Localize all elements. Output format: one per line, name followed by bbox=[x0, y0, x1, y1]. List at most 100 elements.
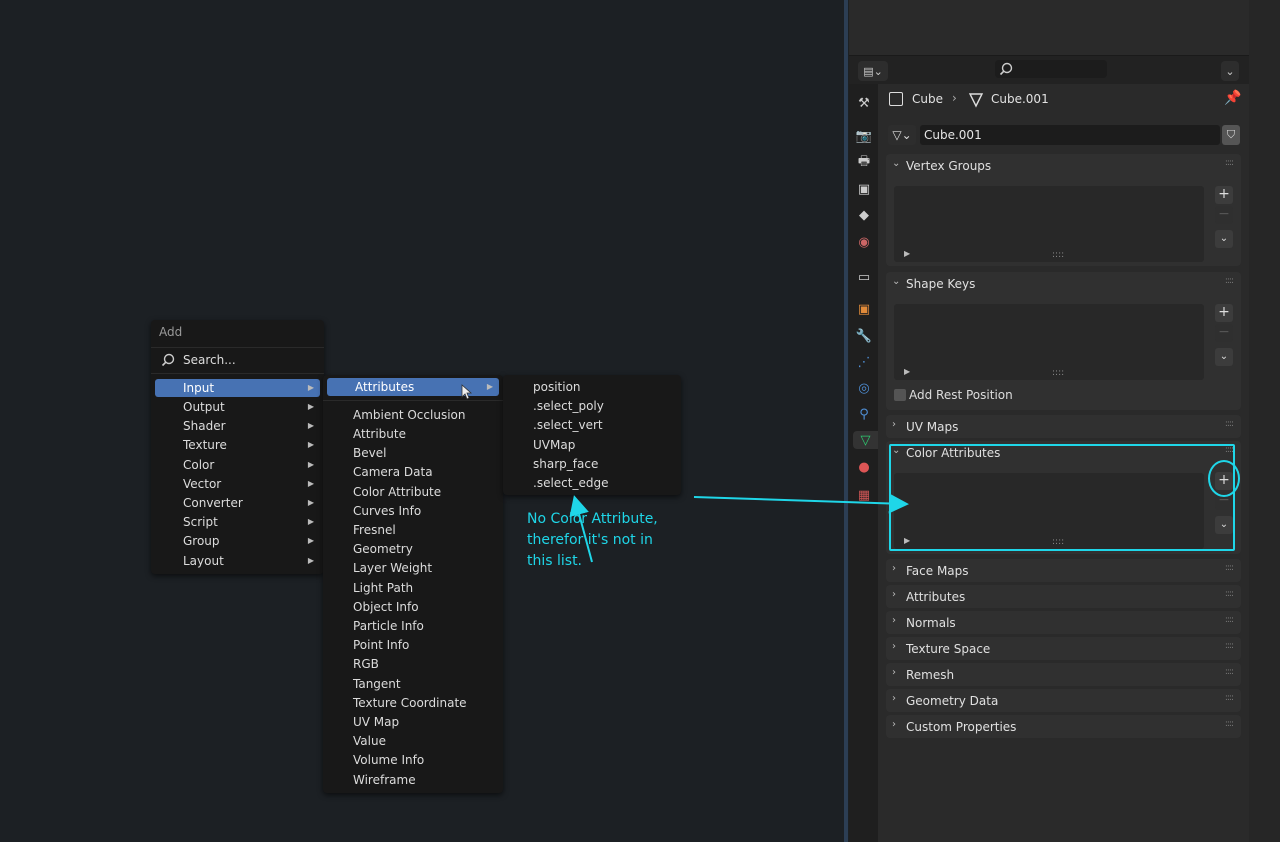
grip-icon[interactable]: :::: bbox=[1225, 641, 1234, 651]
geometry-data-panel[interactable]: › Geometry Data :::: bbox=[886, 689, 1241, 712]
grip-icon[interactable]: :::: bbox=[1225, 276, 1234, 286]
menu-item-ambient-occlusion[interactable]: Ambient Occlusion bbox=[327, 406, 499, 424]
texture-space-panel[interactable]: › Texture Space :::: bbox=[886, 637, 1241, 660]
expand-triangle-icon[interactable]: ▶ bbox=[904, 249, 910, 258]
menu-item-color[interactable]: Color ▶ bbox=[155, 456, 320, 474]
menu-item-uvmap[interactable]: UVMap bbox=[511, 436, 677, 454]
menu-item-script[interactable]: Script ▶ bbox=[155, 513, 320, 531]
mesh-data-tab-icon[interactable]: ▽ bbox=[853, 431, 878, 449]
menu-item-shader[interactable]: Shader ▶ bbox=[155, 417, 320, 435]
physics-tab-icon[interactable]: ◎ bbox=[855, 379, 873, 397]
grip-icon[interactable]: :::: bbox=[1225, 419, 1234, 429]
mesh-browse-button[interactable]: ▽⌄ bbox=[888, 125, 916, 145]
menu-item-geometry[interactable]: Geometry bbox=[327, 540, 499, 558]
particles-tab-icon[interactable]: ⋰ bbox=[855, 353, 873, 371]
menu-item-light-path[interactable]: Light Path bbox=[327, 579, 499, 597]
remove-vertex-group-button[interactable]: − bbox=[1215, 206, 1233, 224]
panel-title[interactable]: Vertex Groups bbox=[906, 159, 991, 173]
pin-icon[interactable]: 📌 bbox=[1224, 90, 1241, 106]
material-tab-icon[interactable]: ● bbox=[855, 458, 873, 476]
menu-item-rgb[interactable]: RGB bbox=[327, 655, 499, 673]
uv-maps-panel[interactable]: › UV Maps :::: bbox=[886, 415, 1241, 438]
menu-item-curves-info[interactable]: Curves Info bbox=[327, 502, 499, 520]
properties-search-input[interactable] bbox=[995, 60, 1107, 78]
vertex-groups-list[interactable]: ▶ :::: bbox=[894, 186, 1204, 262]
menu-item-color-attribute[interactable]: Color Attribute bbox=[327, 483, 499, 501]
menu-item-attribute[interactable]: Attribute bbox=[327, 425, 499, 443]
menu-item-position[interactable]: position bbox=[511, 378, 677, 396]
editor-type-button[interactable]: ▤⌄ bbox=[858, 61, 888, 81]
add-vertex-group-button[interactable]: + bbox=[1215, 186, 1233, 204]
menu-item-camera-data[interactable]: Camera Data bbox=[327, 463, 499, 481]
shape-key-specials-button[interactable]: ⌄ bbox=[1215, 348, 1233, 366]
attributes-panel[interactable]: › Attributes :::: bbox=[886, 585, 1241, 608]
shield-icon[interactable]: ⛉ bbox=[1222, 125, 1240, 145]
menu-item-layout[interactable]: Layout ▶ bbox=[155, 552, 320, 570]
menu-item-wireframe[interactable]: Wireframe bbox=[327, 771, 499, 789]
menu-item-bevel[interactable]: Bevel bbox=[327, 444, 499, 462]
remesh-panel[interactable]: › Remesh :::: bbox=[886, 663, 1241, 686]
resize-grip-icon[interactable]: :::: bbox=[1052, 250, 1064, 260]
grip-icon[interactable]: :::: bbox=[1225, 158, 1234, 168]
collection-tab-icon[interactable]: ▭ bbox=[855, 268, 873, 286]
vertex-group-specials-button[interactable]: ⌄ bbox=[1215, 230, 1233, 248]
add-rest-position-checkbox[interactable] bbox=[894, 389, 906, 401]
menu-item-layer-weight[interactable]: Layer Weight bbox=[327, 559, 499, 577]
constraints-tab-icon[interactable]: ⚲ bbox=[855, 405, 873, 423]
add-shape-key-button[interactable]: + bbox=[1215, 304, 1233, 322]
panel-title[interactable]: Shape Keys bbox=[906, 277, 975, 291]
grip-icon[interactable]: :::: bbox=[1225, 615, 1234, 625]
mesh-name-field[interactable]: Cube.001 bbox=[920, 125, 1220, 145]
menu-item-select-poly[interactable]: .select_poly bbox=[511, 397, 677, 415]
menu-search-input[interactable]: Search... bbox=[155, 350, 320, 370]
menu-item-point-info[interactable]: Point Info bbox=[327, 636, 499, 654]
menu-item-select-vert[interactable]: .select_vert bbox=[511, 416, 677, 434]
menu-item-input[interactable]: Input ▶ bbox=[155, 379, 320, 397]
submenu-arrow-icon: ▶ bbox=[486, 382, 493, 391]
shape-keys-list[interactable]: ▶ :::: bbox=[894, 304, 1204, 380]
menu-item-converter[interactable]: Converter ▶ bbox=[155, 494, 320, 512]
object-tab-icon[interactable]: ▣ bbox=[855, 300, 873, 318]
menu-item-value[interactable]: Value bbox=[327, 732, 499, 750]
texture-tab-icon[interactable]: ▦ bbox=[855, 486, 873, 504]
world-tab-icon[interactable]: ◉ bbox=[855, 233, 873, 251]
submenu-arrow-icon: ▶ bbox=[307, 498, 314, 507]
tool-tab-icon[interactable]: ⚒ bbox=[855, 94, 873, 112]
grip-icon[interactable]: :::: bbox=[1225, 719, 1234, 729]
menu-item-group[interactable]: Group ▶ bbox=[155, 532, 320, 550]
output-tab-icon[interactable]: 🖶 bbox=[855, 154, 873, 172]
menu-item-attributes[interactable]: Attributes ▶ bbox=[327, 378, 499, 396]
menu-item-select-edge[interactable]: .select_edge bbox=[511, 474, 677, 492]
menu-item-object-info[interactable]: Object Info bbox=[327, 598, 499, 616]
chevron-down-icon[interactable]: ⌄ bbox=[892, 276, 900, 287]
menu-item-vector[interactable]: Vector ▶ bbox=[155, 475, 320, 493]
face-maps-panel[interactable]: › Face Maps :::: bbox=[886, 559, 1241, 582]
resize-grip-icon[interactable]: :::: bbox=[1052, 368, 1064, 378]
expand-triangle-icon[interactable]: ▶ bbox=[904, 367, 910, 376]
render-tab-icon[interactable]: 📷 bbox=[855, 127, 873, 145]
scene-tab-icon[interactable]: ◆ bbox=[855, 206, 873, 224]
menu-item-output[interactable]: Output ▶ bbox=[155, 398, 320, 416]
menu-item-sharp-face[interactable]: sharp_face bbox=[511, 455, 677, 473]
annotation-highlight-box bbox=[889, 444, 1235, 551]
menu-item-particle-info[interactable]: Particle Info bbox=[327, 617, 499, 635]
area-divider[interactable] bbox=[844, 0, 848, 842]
breadcrumb-object: Cube bbox=[912, 92, 943, 106]
modifier-tab-icon[interactable]: 🔧 bbox=[855, 327, 873, 345]
view-layer-tab-icon[interactable]: ▣ bbox=[855, 180, 873, 198]
menu-item-fresnel[interactable]: Fresnel bbox=[327, 521, 499, 539]
grip-icon[interactable]: :::: bbox=[1225, 667, 1234, 677]
grip-icon[interactable]: :::: bbox=[1225, 589, 1234, 599]
menu-item-uv-map[interactable]: UV Map bbox=[327, 713, 499, 731]
remove-shape-key-button[interactable]: − bbox=[1215, 324, 1233, 342]
chevron-down-icon[interactable]: ⌄ bbox=[892, 158, 900, 169]
normals-panel[interactable]: › Normals :::: bbox=[886, 611, 1241, 634]
menu-item-texture[interactable]: Texture ▶ bbox=[155, 436, 320, 454]
custom-properties-panel[interactable]: › Custom Properties :::: bbox=[886, 715, 1241, 738]
grip-icon[interactable]: :::: bbox=[1225, 563, 1234, 573]
menu-item-tangent[interactable]: Tangent bbox=[327, 675, 499, 693]
menu-item-texture-coordinate[interactable]: Texture Coordinate bbox=[327, 694, 499, 712]
grip-icon[interactable]: :::: bbox=[1225, 693, 1234, 703]
menu-item-volume-info[interactable]: Volume Info bbox=[327, 751, 499, 769]
options-dropdown-button[interactable]: ⌄ bbox=[1221, 61, 1239, 81]
